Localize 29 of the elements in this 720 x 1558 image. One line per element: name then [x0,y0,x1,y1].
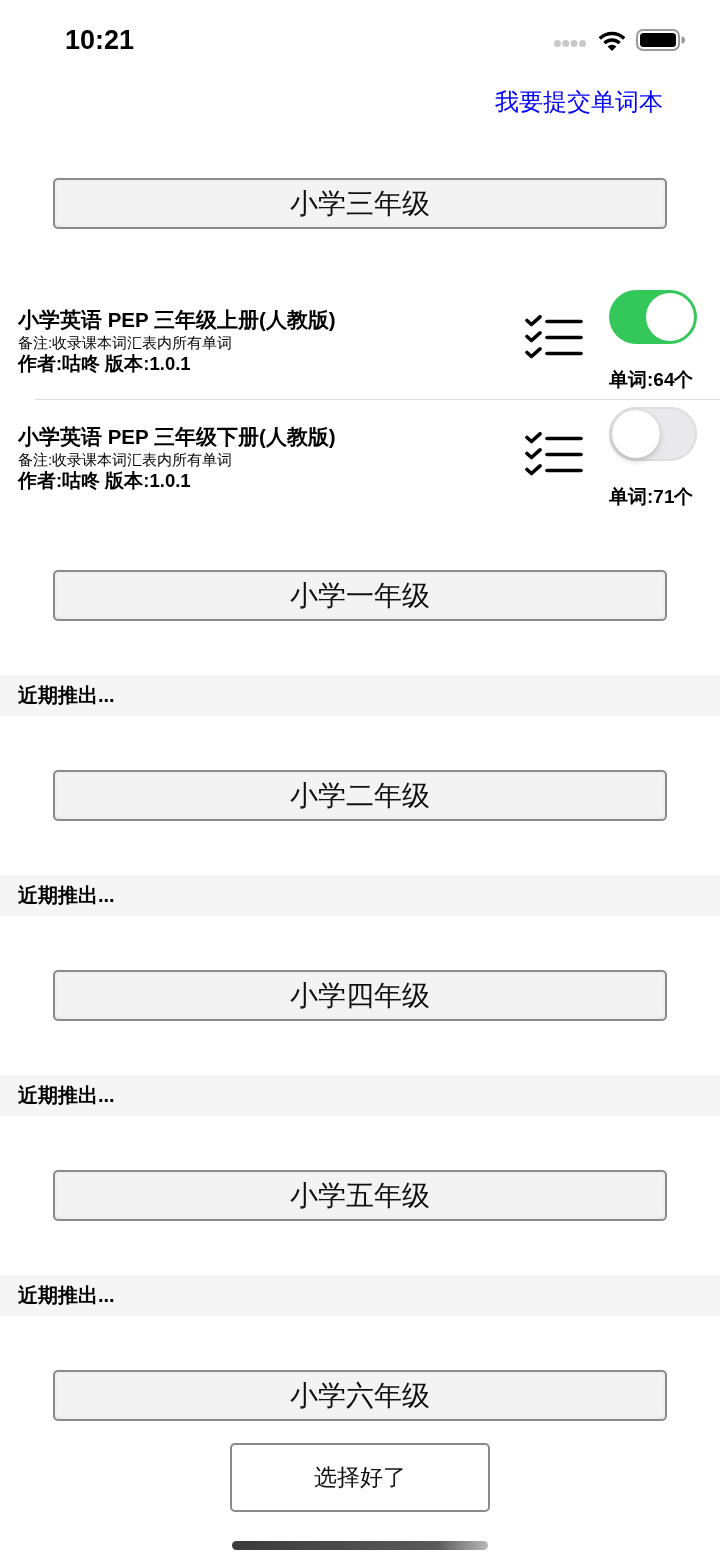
battery-icon [636,29,685,51]
book-note: 备注:收录课本词汇表内所有单词 [18,450,234,470]
checklist-icon[interactable] [525,432,583,477]
wifi-icon [598,29,626,51]
status-time: 10:21 [65,24,135,56]
toggle-switch[interactable] [609,407,697,461]
book-author: 作者:咕咚 版本:1.0.1 [18,353,192,375]
grade-button[interactable]: 小学二年级 [53,770,667,821]
book-title: 小学英语 PEP 三年级下册(人教版) [18,424,337,450]
home-indicator[interactable] [232,1541,488,1550]
word-count: 单词:64个 [609,368,694,392]
confirm-button[interactable]: 选择好了 [230,1443,490,1512]
coming-soon-banner: 近期推出... [0,875,720,916]
grade-button[interactable]: 小学一年级 [53,570,667,621]
grade-button[interactable]: 小学五年级 [53,1170,667,1221]
coming-soon-banner: 近期推出... [0,1275,720,1316]
word-count: 单词:71个 [609,485,694,509]
book-title: 小学英语 PEP 三年级上册(人教版) [18,307,337,333]
grade-button[interactable]: 小学三年级 [53,178,667,229]
grade-button[interactable]: 小学六年级 [53,1370,667,1421]
coming-soon-banner: 近期推出... [0,675,720,716]
submit-wordbook-link[interactable]: 我要提交单词本 [495,87,663,117]
toggle-switch[interactable] [609,290,697,344]
book-author: 作者:咕咚 版本:1.0.1 [18,470,192,492]
book-note: 备注:收录课本词汇表内所有单词 [18,333,234,353]
signal-icon [554,39,586,47]
coming-soon-banner: 近期推出... [0,1075,720,1116]
checklist-icon[interactable] [525,315,583,360]
grade-button[interactable]: 小学四年级 [53,970,667,1021]
